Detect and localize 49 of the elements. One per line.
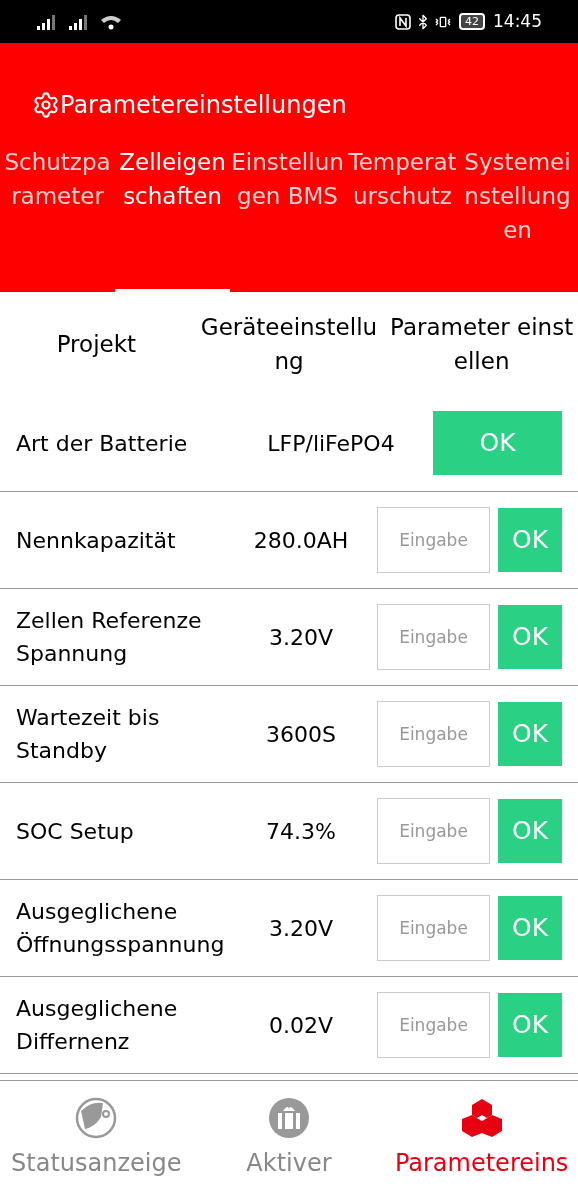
header-title: Parametereinstellungen	[60, 93, 347, 117]
cubes-icon	[460, 1097, 503, 1139]
ok-button[interactable]: OK	[433, 411, 562, 475]
nav-tab[interactable]: Aktiver	[192, 1081, 386, 1200]
ok-button[interactable]: OK	[498, 993, 562, 1057]
signal-icon	[68, 13, 88, 30]
signal-icon	[36, 13, 56, 30]
tab[interactable]: Einstellungen BMS	[230, 141, 345, 292]
row-value: 74.3%	[265, 817, 337, 846]
ok-button[interactable]: OK	[498, 702, 562, 766]
row-value: 3.20V	[267, 623, 334, 652]
row-label: Wartezeit bis Standby	[16, 704, 161, 765]
row-label: Zellen Referenze Spannung	[16, 607, 203, 668]
clock-time: 14:45	[493, 9, 542, 33]
row-value: 0.02V	[267, 1011, 334, 1040]
nfc-icon	[395, 13, 411, 30]
row-value: 3.20V	[267, 914, 334, 943]
ok-button[interactable]: OK	[498, 605, 562, 669]
row-label: SOC Setup	[16, 817, 135, 846]
input-field[interactable]: Eingabe	[377, 604, 490, 670]
input-field[interactable]: Eingabe	[377, 798, 490, 864]
ok-button[interactable]: OK	[498, 799, 562, 863]
tab[interactable]: Temperaturschutz	[345, 141, 460, 292]
input-field[interactable]: Eingabe	[377, 992, 490, 1058]
nav-tab[interactable]: Statusanzeige	[0, 1081, 193, 1200]
ok-button[interactable]: OK	[498, 896, 562, 960]
column-header: Projekt	[55, 329, 137, 359]
globe-icon	[75, 1097, 118, 1139]
row-label: Art der Batterie	[16, 429, 189, 458]
input-field[interactable]: Eingabe	[377, 701, 490, 767]
row-label: Ausgeglichene Differnenz	[16, 995, 179, 1056]
row-value: LFP/liFePO4	[266, 429, 396, 458]
battery-level: 42	[459, 13, 485, 30]
input-field[interactable]: Eingabe	[377, 507, 490, 573]
row-label: Ausgeglichene Öffnungsspannung	[16, 898, 226, 959]
tab[interactable]: Zelleigenschaften	[115, 141, 230, 292]
wifi-icon	[100, 13, 122, 30]
nav-tab[interactable]: Parametereins	[385, 1081, 578, 1200]
column-header: Parameter einstellen	[389, 312, 575, 376]
row-value: 3600S	[265, 720, 337, 749]
row-value: 280.0AH	[252, 526, 350, 555]
settings-icon	[32, 91, 60, 119]
row-label: Nennkapazität	[16, 526, 177, 555]
tab[interactable]: Schutzparameter	[0, 141, 115, 292]
column-header: Geräteeinstellung	[199, 312, 379, 376]
tab[interactable]: Systemeinstellungen	[460, 141, 575, 292]
input-field[interactable]: Eingabe	[377, 895, 490, 961]
gift-icon	[268, 1097, 310, 1139]
ok-button[interactable]: OK	[498, 508, 562, 572]
